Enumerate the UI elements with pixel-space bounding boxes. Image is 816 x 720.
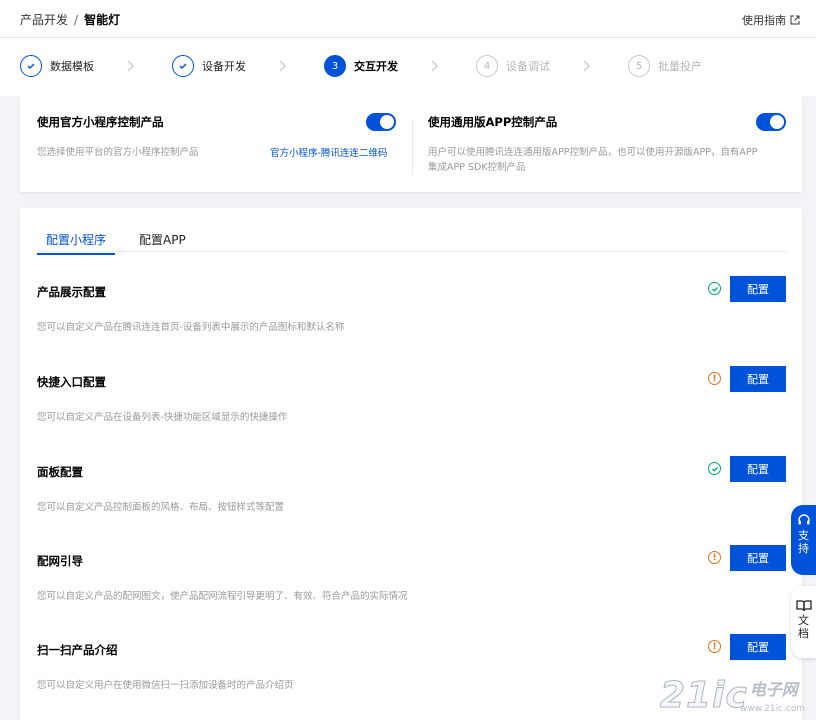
configure-button[interactable]: 配置 <box>730 456 786 482</box>
warning-icon: ! <box>708 551 721 564</box>
configure-button[interactable]: 配置 <box>730 366 786 392</box>
app-toggle[interactable] <box>756 113 786 131</box>
mini-program-toggle[interactable] <box>366 113 396 131</box>
watermark-big: 21ic <box>660 675 748 716</box>
row-title: 扫一扫产品介绍 <box>37 643 118 657</box>
step-label: 交互开发 <box>354 60 398 73</box>
row-description: 您可以自定义产品在设备列表-快捷功能区域显示的快捷操作 <box>37 412 288 423</box>
app-option-desc: 用户可以使用腾讯连连通用版APP控制产品，也可以使用开源版APP，自有APP 集… <box>428 145 788 175</box>
check-icon <box>20 55 42 77</box>
watermark-domain: www.21ic.com <box>740 704 806 714</box>
support-float-button[interactable]: 支 持 <box>791 505 816 575</box>
support-label: 支 持 <box>798 529 809 555</box>
row-description: 您可以自定义产品的配网图文，使产品配网流程引导更明了、有效、符合产品的实际情况 <box>37 591 408 602</box>
breadcrumb-current: 智能灯 <box>84 13 121 27</box>
chevron-right-icon <box>279 60 286 72</box>
chevron-right-icon <box>127 60 134 72</box>
success-check-icon <box>708 282 721 295</box>
breadcrumb: 产品开发 / 智能灯 <box>20 11 120 28</box>
config-row-shortcut-entry: 快捷入口配置 ! 配置 您可以自定义产品在设备列表-快捷功能区域显示的快捷操作 <box>20 366 802 464</box>
toggle-knob <box>380 115 394 129</box>
step-label: 设备开发 <box>202 60 246 73</box>
success-check-icon <box>708 462 721 475</box>
divider <box>412 120 413 174</box>
step-interaction-dev[interactable]: 3 交互开发 <box>324 55 398 77</box>
config-row-network-guide: 配网引导 ! 配置 您可以自定义产品的配网图文，使产品配网流程引导更明了、有效、… <box>20 545 802 643</box>
step-number: 4 <box>476 55 498 77</box>
row-title: 配网引导 <box>37 554 83 568</box>
chevron-right-icon <box>583 60 590 72</box>
step-mass-production[interactable]: 5 批量投产 <box>628 55 702 77</box>
app-option-desc-line2: 集成APP SDK控制产品 <box>428 162 526 173</box>
app-option-title: 使用通用版APP控制产品 <box>428 115 558 129</box>
tab-config-mini-program[interactable]: 配置小程序 <box>36 231 116 255</box>
toggle-knob <box>770 115 784 129</box>
control-options-card: 使用官方小程序控制产品 您选择使用平台的官方小程序控制产品 官方小程序-腾讯连连… <box>20 96 802 192</box>
warning-icon: ! <box>708 640 721 653</box>
step-number: 5 <box>628 55 650 77</box>
docs-label: 文 档 <box>798 614 809 640</box>
step-progress: 数据模板 设备开发 3 交互开发 4 设备调试 5 批量投产 <box>0 38 816 96</box>
row-description: 您可以自定义产品在腾讯连连首页-设备列表中展示的产品图标和默认名称 <box>37 322 345 333</box>
row-title: 快捷入口配置 <box>37 375 106 389</box>
config-card: 配置小程序 配置APP 产品展示配置 配置 您可以自定义产品在腾讯连连首页-设备… <box>20 208 802 720</box>
mini-program-option-desc: 您选择使用平台的官方小程序控制产品 <box>37 147 199 158</box>
config-row-panel: 面板配置 配置 您可以自定义产品控制面板的风格、布局、按钮样式等配置 <box>20 456 802 554</box>
configure-button[interactable]: 配置 <box>730 634 786 660</box>
check-icon <box>172 55 194 77</box>
warning-icon: ! <box>708 372 721 385</box>
step-device-dev[interactable]: 设备开发 <box>172 55 246 77</box>
usage-guide-label: 使用指南 <box>742 14 786 27</box>
config-tabs: 配置小程序 配置APP <box>36 228 787 255</box>
external-link-icon <box>790 15 800 25</box>
step-label: 数据模板 <box>50 60 94 73</box>
breadcrumb-separator: / <box>74 12 79 27</box>
usage-guide-link[interactable]: 使用指南 <box>742 12 800 28</box>
tab-config-app[interactable]: 配置APP <box>139 231 186 248</box>
headset-icon <box>797 514 810 525</box>
step-device-debug[interactable]: 4 设备调试 <box>476 55 550 77</box>
docs-float-button[interactable]: 文 档 <box>791 586 816 658</box>
row-title: 产品展示配置 <box>37 285 106 299</box>
configure-button[interactable]: 配置 <box>730 545 786 571</box>
app-option-desc-line1: 用户可以使用腾讯连连通用版APP控制产品，也可以使用开源版APP，自有APP <box>428 147 758 158</box>
step-data-template[interactable]: 数据模板 <box>20 55 94 77</box>
step-label: 设备调试 <box>506 60 550 73</box>
watermark-logo: 21ic 电子网 www.21ic.com <box>660 675 806 716</box>
step-number: 3 <box>324 55 346 77</box>
config-row-product-display: 产品展示配置 配置 您可以自定义产品在腾讯连连首页-设备列表中展示的产品图标和默… <box>20 276 802 374</box>
row-title: 面板配置 <box>37 465 83 479</box>
mini-program-option-title: 使用官方小程序控制产品 <box>37 115 164 129</box>
row-description: 您可以自定义产品控制面板的风格、布局、按钮样式等配置 <box>37 502 285 513</box>
book-icon <box>795 600 812 612</box>
mini-program-qr-link[interactable]: 官方小程序-腾讯连连二维码 <box>270 145 387 159</box>
top-bar: 产品开发 / 智能灯 使用指南 <box>0 0 816 38</box>
step-label: 批量投产 <box>658 60 702 73</box>
configure-button[interactable]: 配置 <box>730 276 786 302</box>
breadcrumb-parent[interactable]: 产品开发 <box>20 11 68 28</box>
watermark-cn: 电子网 <box>749 680 798 699</box>
chevron-right-icon <box>431 60 438 72</box>
row-description: 您可以自定义用户在使用微信扫一扫添加设备时的产品介绍页 <box>37 680 294 691</box>
